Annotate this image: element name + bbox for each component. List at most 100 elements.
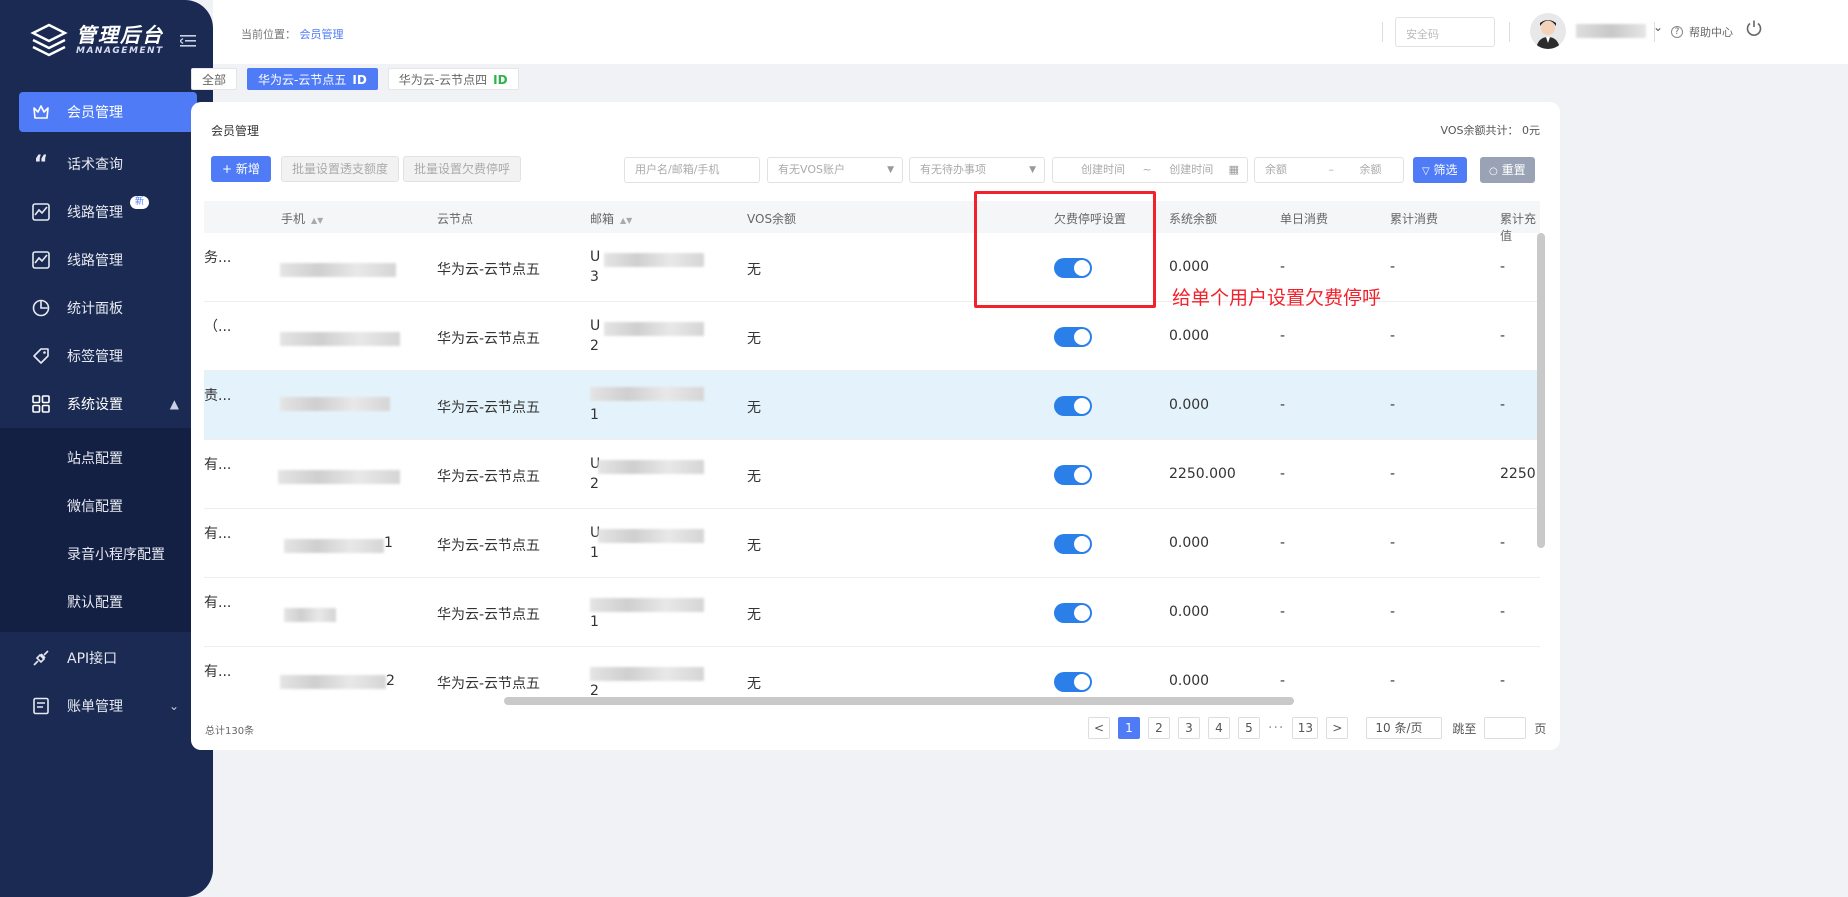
help-center-link[interactable]: ? 帮助中心: [1671, 24, 1733, 40]
horizontal-scrollbar[interactable]: [504, 697, 1294, 705]
phone-redacted: [284, 608, 336, 622]
tab-node-5[interactable]: 华为云-云节点五 ID: [247, 68, 378, 90]
page-button[interactable]: 1: [1118, 717, 1140, 739]
page-button[interactable]: 13: [1292, 717, 1319, 739]
page-button[interactable]: 4: [1208, 717, 1230, 739]
sidebar-item-label: 线路管理: [67, 253, 123, 269]
table-row[interactable]: 责... 华为云-云节点五 1 无 0.000 - - -: [204, 371, 1540, 440]
col-phone[interactable]: 手机 ▲▼: [281, 210, 323, 227]
cell-node: 华为云-云节点五: [437, 538, 541, 554]
cell-daily: -: [1280, 328, 1286, 344]
vertical-scrollbar[interactable]: [1537, 233, 1545, 548]
sidebar-item-stats[interactable]: 统计面板: [0, 284, 213, 332]
vos-account-select[interactable]: 有无VOS账户 ▼: [767, 157, 903, 183]
sidebar-item-scripts[interactable]: “ 话术查询: [0, 140, 213, 188]
jump-page-input[interactable]: [1484, 717, 1527, 739]
dropdown-arrow-icon: ▼: [1029, 165, 1036, 175]
sidebar-item-lines[interactable]: 线路管理: [0, 236, 213, 284]
col-total-spend: 累计消费: [1390, 212, 1439, 226]
avatar[interactable]: [1530, 13, 1566, 49]
cell-total-spend: -: [1390, 673, 1396, 689]
cell-node: 华为云-云节点五: [437, 607, 541, 623]
cell-node: 华为云-云节点五: [437, 331, 541, 347]
cell-daily: -: [1280, 466, 1286, 482]
button-label: 重置: [1501, 163, 1526, 177]
security-code-input[interactable]: 安全码: [1395, 17, 1495, 47]
user-search-input[interactable]: 用户名/邮箱/手机: [624, 157, 760, 183]
batch-stop-call-button[interactable]: 批量设置欠费停呼: [403, 156, 522, 182]
cell-total-recharge: -: [1500, 259, 1506, 275]
email-redacted: [590, 598, 704, 612]
phone-redacted: [284, 539, 384, 553]
calendar-icon: ▦: [1228, 163, 1239, 176]
power-icon[interactable]: [1745, 19, 1763, 37]
sidebar-item-tags[interactable]: 标签管理: [0, 332, 213, 380]
next-page-button[interactable]: >: [1326, 717, 1349, 739]
email-redacted: [590, 387, 704, 401]
submenu-item-wechat[interactable]: 微信配置: [0, 482, 213, 530]
cell-node: 华为云-云节点五: [437, 469, 541, 485]
tab-all[interactable]: 全部: [191, 68, 238, 90]
reset-button[interactable]: ○ 重置: [1480, 157, 1535, 183]
submenu-item-site[interactable]: 站点配置: [0, 434, 213, 482]
page-button[interactable]: 3: [1178, 717, 1200, 739]
tab-label: 华为云-云节点五: [258, 73, 347, 87]
pagination: < 1 2 3 4 5 ··· 13 > 10 条/页 跳至 页: [1088, 716, 1546, 740]
pending-select[interactable]: 有无待办事项 ▼: [909, 157, 1045, 183]
balance-range[interactable]: 余额 – 余额: [1254, 157, 1404, 183]
table-row[interactable]: 有... 2 华为云-云节点五 2 无 0.000 - - -: [204, 647, 1540, 703]
col-label: 手机: [281, 212, 306, 226]
breadcrumb-current[interactable]: 会员管理: [300, 28, 344, 41]
page-size-select[interactable]: 10 条/页: [1366, 717, 1443, 739]
user-avatar-icon: [1536, 20, 1560, 49]
col-email[interactable]: 邮箱 ▲▼: [590, 210, 632, 227]
cell-balance: 0.000: [1169, 259, 1210, 275]
sidebar-item-label: 标签管理: [67, 349, 123, 365]
table-row[interactable]: 有... 华为云-云节点五 1 无 0.000 - - -: [204, 578, 1540, 647]
page-button[interactable]: 5: [1238, 717, 1260, 739]
sidebar-item-api[interactable]: API接口: [0, 634, 213, 682]
table-row[interactable]: （... 华为云-云节点五 U 2 无 0.000 - - -: [204, 302, 1540, 371]
col-node: 云节点: [437, 212, 474, 226]
sidebar-item-members[interactable]: 会员管理: [19, 92, 197, 132]
page-button[interactable]: 2: [1148, 717, 1170, 739]
phone-redacted: [280, 263, 396, 277]
email-redacted: [604, 322, 704, 336]
stop-call-toggle[interactable]: [1054, 603, 1092, 623]
sidebar-menu: 会员管理 “ 话术查询 线路管理 新 线路管理 统计面板 标签管理 系统设置 ▲…: [0, 92, 213, 730]
table-row[interactable]: 有... 1 华为云-云节点五 U 1 无 0.000 - - -: [204, 509, 1540, 578]
cell-total-spend: -: [1390, 466, 1396, 482]
submenu-item-default[interactable]: 默认配置: [0, 578, 213, 626]
add-button[interactable]: + 新增: [211, 156, 271, 182]
cell-vos: 无: [747, 331, 761, 347]
logo-layers-icon: [30, 23, 68, 57]
quote-icon: “: [33, 151, 49, 177]
user-name-redacted[interactable]: [1576, 24, 1646, 38]
submenu-item-recording[interactable]: 录音小程序配置: [0, 530, 213, 578]
settings-submenu: 站点配置 微信配置 录音小程序配置 默认配置: [0, 428, 213, 632]
dropdown-arrow-icon: ▼: [887, 165, 894, 175]
stop-call-toggle[interactable]: [1054, 465, 1092, 485]
stop-call-toggle[interactable]: [1054, 327, 1092, 347]
created-date-range[interactable]: 创建时间 ~ 创建时间 ▦: [1052, 157, 1248, 183]
sidebar-item-settings[interactable]: 系统设置 ▲: [0, 380, 213, 428]
pagination-ellipsis[interactable]: ···: [1268, 720, 1284, 736]
table-row[interactable]: 有... 华为云-云节点五 U 2 无 2250.000 - - 2250.0: [204, 440, 1540, 509]
filter-button[interactable]: ▽ 筛选: [1413, 157, 1467, 183]
cell-balance: 0.000: [1169, 535, 1210, 551]
tab-id-tag: ID: [493, 73, 508, 87]
stop-call-toggle[interactable]: [1054, 534, 1092, 554]
jump-label: 跳至: [1452, 721, 1477, 736]
menu-collapse-icon[interactable]: [180, 34, 196, 48]
stop-call-toggle[interactable]: [1054, 672, 1092, 692]
sidebar-item-label: API接口: [67, 651, 118, 667]
prev-page-button[interactable]: <: [1088, 717, 1110, 739]
phone-redacted: [280, 675, 386, 689]
new-badge: 新: [130, 196, 150, 209]
stop-call-toggle[interactable]: [1054, 396, 1092, 416]
sidebar-item-lines-new[interactable]: 线路管理 新: [0, 188, 213, 236]
batch-overdraft-button[interactable]: 批量设置透支额度: [281, 156, 400, 182]
tab-node-4[interactable]: 华为云-云节点四 ID: [387, 68, 519, 90]
filter-icon: ▽: [1422, 166, 1430, 177]
sidebar-item-bills[interactable]: 账单管理 ⌄: [0, 682, 213, 730]
